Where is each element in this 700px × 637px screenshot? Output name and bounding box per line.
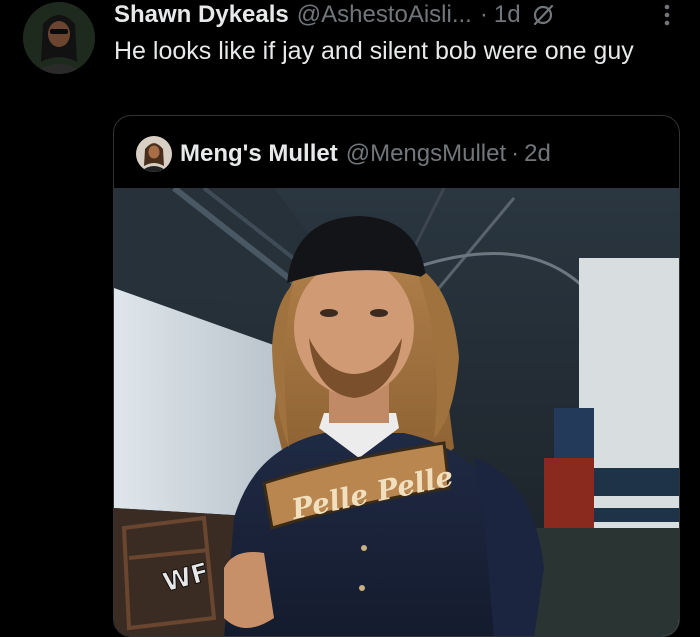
avatar-icon <box>136 136 172 172</box>
tweet-text: He looks like if jay and silent bob were… <box>114 37 634 65</box>
avatar-icon <box>23 2 95 74</box>
more-icon[interactable] <box>662 2 672 28</box>
quoted-tweet-photo[interactable]: Pelle Pelle WF <box>114 188 679 636</box>
quoted-tweet-timestamp[interactable]: 2d <box>524 140 551 168</box>
header-separator: · <box>479 1 488 28</box>
grok-icon[interactable] <box>531 3 555 27</box>
author-handle[interactable]: @AshestoAisli... <box>297 1 472 29</box>
author-display-name[interactable]: Shawn Dykeals <box>114 1 289 29</box>
quoted-author-handle[interactable]: @MengsMullet <box>346 140 506 168</box>
tweet-header: Shawn Dykeals @AshestoAisli... · 1d <box>114 0 680 30</box>
photo: Pelle Pelle WF <box>114 188 679 636</box>
quoted-tweet-card[interactable]: Meng's Mullet @MengsMullet · 2d Pelle Pe… <box>113 115 680 637</box>
quoted-author-display-name[interactable]: Meng's Mullet <box>180 140 338 168</box>
quoted-header-separator: · <box>511 140 520 167</box>
tweet-timestamp[interactable]: 1d <box>494 1 521 29</box>
author-avatar[interactable] <box>23 2 95 74</box>
quoted-tweet-header: Meng's Mullet @MengsMullet · 2d <box>136 136 551 172</box>
quoted-author-avatar[interactable] <box>136 136 172 172</box>
